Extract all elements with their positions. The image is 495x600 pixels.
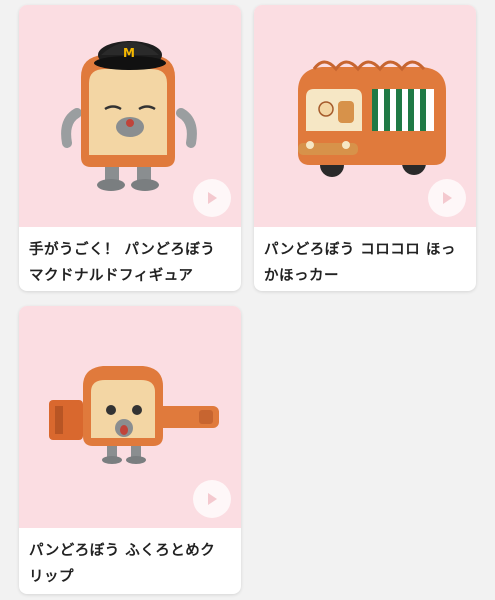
product-image-area[interactable] xyxy=(254,5,476,227)
product-card-car[interactable]: パンどろぼう コロコロ ほっ かほっカー xyxy=(254,5,476,291)
product-title[interactable]: パンどろぼう ふくろとめク リップ xyxy=(19,528,241,590)
product-title-line2: リップ xyxy=(29,569,74,585)
product-image-area[interactable] xyxy=(19,306,241,528)
svg-text:M: M xyxy=(123,46,135,60)
play-button[interactable] xyxy=(193,480,231,518)
play-icon xyxy=(443,192,452,204)
play-icon xyxy=(208,493,217,505)
product-image-area[interactable]: M xyxy=(19,5,241,227)
product-title[interactable]: 手がうごく！ パンどろぼう マクドナルドフィギュア xyxy=(19,227,241,289)
product-title-line2: マクドナルドフィギュア xyxy=(29,268,194,284)
product-title[interactable]: パンどろぼう コロコロ ほっ かほっカー xyxy=(254,227,476,289)
product-title-line1: パンどろぼう コロコロ ほっ xyxy=(264,242,456,258)
product-card-figure[interactable]: M 手がうごく！ パンどろぼう マクドナルドフィギュア xyxy=(19,5,241,291)
play-button[interactable] xyxy=(428,179,466,217)
product-title-line1: 手がうごく！ パンどろぼう xyxy=(29,242,216,258)
product-card-clip[interactable]: パンどろぼう ふくろとめク リップ xyxy=(19,306,241,594)
play-icon xyxy=(208,192,217,204)
product-title-line1: パンどろぼう ふくろとめク xyxy=(29,543,216,559)
play-button[interactable] xyxy=(193,179,231,217)
product-title-line2: かほっカー xyxy=(264,268,339,284)
